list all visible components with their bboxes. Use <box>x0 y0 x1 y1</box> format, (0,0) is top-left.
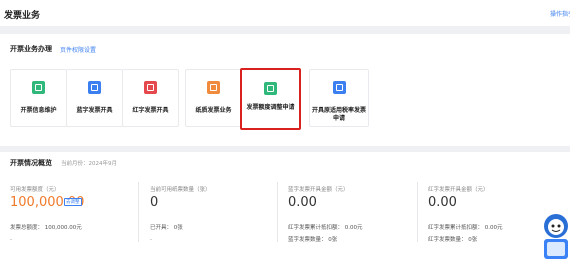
card-quota-adjust[interactable]: 发票额度调整申请 <box>240 68 301 130</box>
red-amount-value: 0.00 <box>428 195 457 210</box>
assistant-mascot-icon[interactable] <box>541 210 570 261</box>
red-invoice-icon <box>144 81 157 94</box>
page-header: 发票业务 操作指引 <box>0 0 570 26</box>
blue-amount-label: 蓝字发票开具金额（元） <box>288 187 349 193</box>
card-label: 开票信息维护 <box>20 107 57 114</box>
paper-count-value: 0 <box>150 195 159 210</box>
issued-dash: - <box>150 237 152 243</box>
edit-doc-icon <box>32 81 45 94</box>
red-amount-label: 红字发票开具金额（元） <box>428 187 489 193</box>
red-count-text: 红字发票数量： 0张 <box>428 237 478 243</box>
overview-title: 开票情况概览 <box>10 159 52 167</box>
red-deduction-text: 红字发票累计抵扣额： 0.00元 <box>428 225 503 231</box>
card-tax-rate[interactable]: 开具原适用税率发票申请 <box>309 69 369 127</box>
card-invoice-info[interactable]: 开票信息维护 <box>10 69 67 127</box>
page-title: 发票业务 <box>4 11 41 21</box>
issued-text: 已开具： 0张 <box>150 225 183 231</box>
tax-rate-doc-icon <box>332 81 346 94</box>
blue-invoice-icon <box>88 81 101 94</box>
card-red-invoice[interactable]: 红字发票开具 <box>122 69 179 127</box>
blue-deduction-text: 红字发票累计抵扣额： 0.00元 <box>288 225 363 231</box>
paper-count-label: 当前可用纸票数量（张） <box>150 187 211 193</box>
card-label: 开具原适用税率发票申请 <box>312 107 367 122</box>
divider <box>417 182 418 242</box>
blue-amount-value: 0.00 <box>288 195 317 210</box>
adjust-quota-button[interactable]: 去调整 <box>64 198 82 206</box>
overview-panel: 开票情况概览 当前月份：2024年9月 可用发票额度（元） 100,000.00… <box>0 152 570 261</box>
quota-dash: - <box>10 237 12 243</box>
card-label: 蓝字发票开具 <box>76 107 113 114</box>
available-quota-label: 可用发票额度（元） <box>10 187 60 193</box>
help-link[interactable]: 操作指引 <box>550 9 570 18</box>
invoice-ops-panel: 开票业务办理 页件权限设置 开票信息维护 蓝字发票开具 红字发票开具 纸质发票业… <box>0 34 570 146</box>
quota-adjust-icon <box>264 82 277 95</box>
paper-invoice-icon <box>207 81 220 94</box>
total-quota-text: 发票总额度： 100,000.00元 <box>10 225 82 231</box>
card-label: 纸质发票业务 <box>195 107 232 114</box>
divider <box>138 182 139 242</box>
card-label: 红字发票开具 <box>132 107 169 114</box>
card-blue-invoice[interactable]: 蓝字发票开具 <box>66 69 123 127</box>
settings-link[interactable]: 页件权限设置 <box>60 45 96 54</box>
invoice-ops-title: 开票业务办理 <box>10 45 52 53</box>
period-text: 当前月份：2024年9月 <box>61 161 117 167</box>
card-label: 发票额度调整申请 <box>246 104 295 111</box>
divider <box>277 182 278 242</box>
card-paper-invoice[interactable]: 纸质发票业务 <box>185 69 242 127</box>
blue-count-text: 蓝字发票数量： 0张 <box>288 237 338 243</box>
